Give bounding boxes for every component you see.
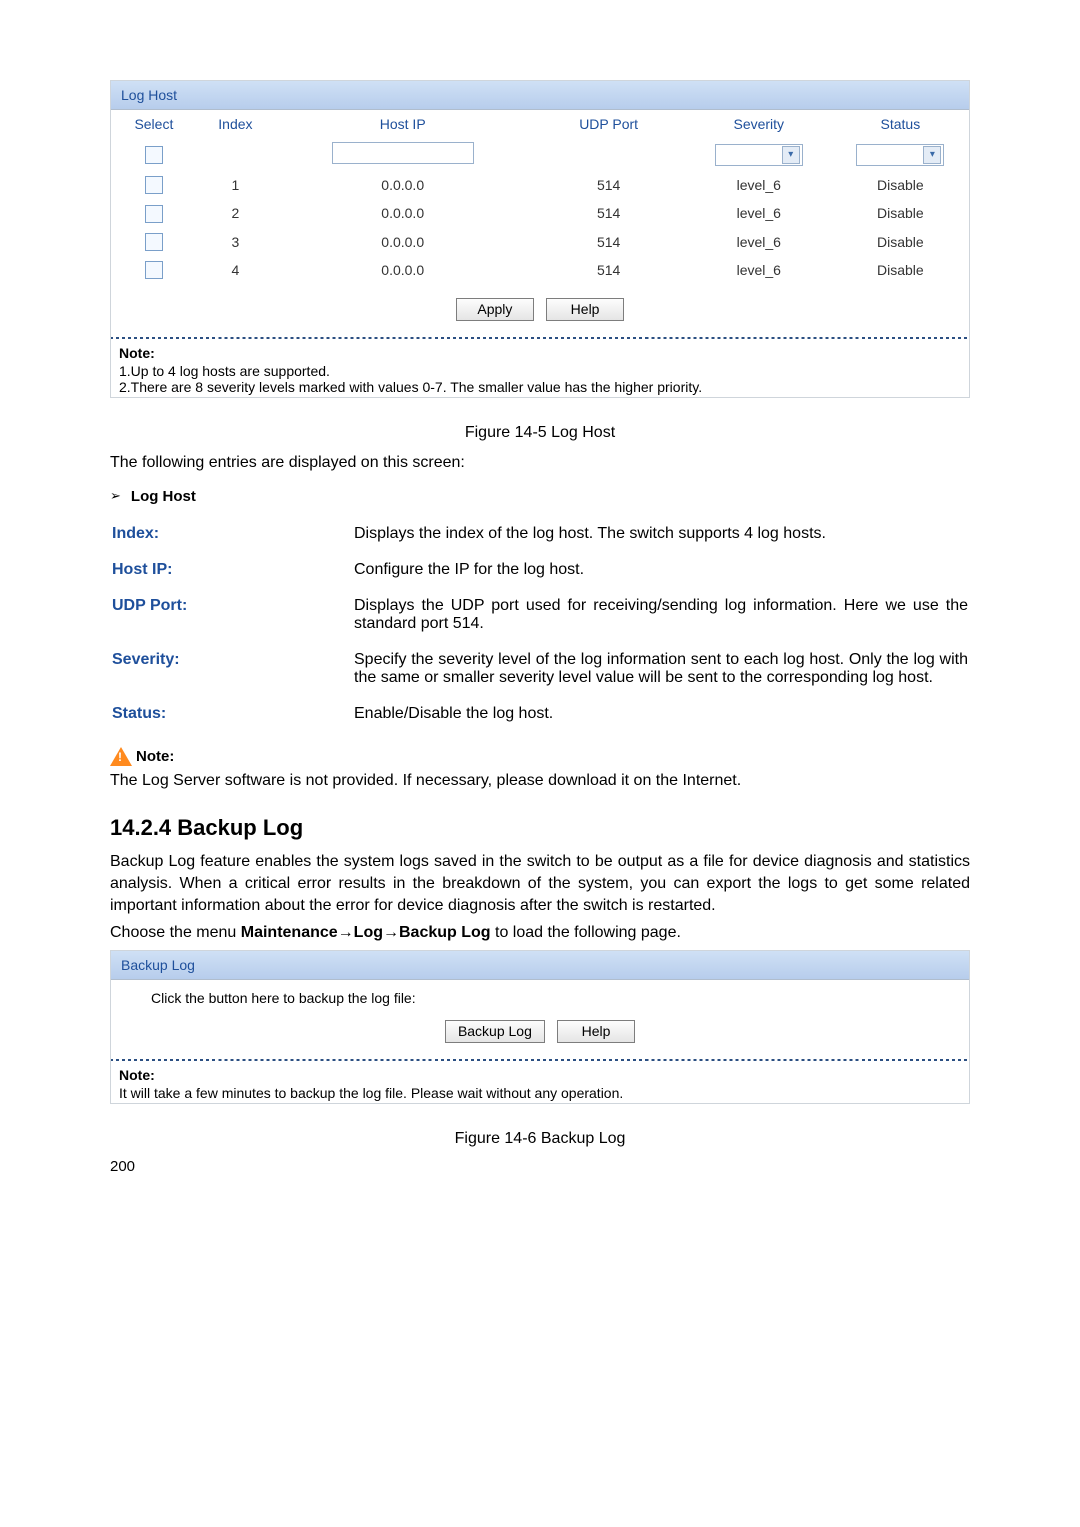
- cell-host-ip: 0.0.0.0: [274, 199, 531, 227]
- log-host-panel: Log Host Select Index Host IP UDP Port S…: [110, 80, 970, 398]
- chevron-down-icon: ▾: [923, 146, 941, 164]
- table-row: 1 0.0.0.0 514 level_6 Disable: [111, 171, 969, 199]
- def-desc-severity: Specify the severity level of the log in…: [354, 643, 968, 695]
- cell-severity: level_6: [686, 199, 832, 227]
- page-number: 200: [110, 1158, 970, 1175]
- figure-caption: Figure 14-6 Backup Log: [110, 1130, 970, 1148]
- def-term-severity: Severity:: [112, 643, 352, 695]
- backup-instruction: Click the button here to backup the log …: [111, 980, 969, 1006]
- col-host-ip: Host IP: [274, 110, 531, 138]
- cell-status: Disable: [832, 171, 969, 199]
- row-checkbox[interactable]: [145, 261, 163, 279]
- col-select: Select: [111, 110, 197, 138]
- log-host-table: Select Index Host IP UDP Port Severity S…: [111, 110, 969, 284]
- cell-status: Disable: [832, 256, 969, 284]
- cell-index: 1: [197, 171, 274, 199]
- log-host-note: Note: 1.Up to 4 log hosts are supported.…: [111, 339, 969, 397]
- def-desc-status: Enable/Disable the log host.: [354, 697, 968, 731]
- cell-udp-port: 514: [531, 256, 685, 284]
- status-select[interactable]: ▾: [856, 144, 944, 166]
- def-term-index: Index:: [112, 517, 352, 551]
- help-button[interactable]: Help: [546, 298, 624, 321]
- intro-text: The following entries are displayed on t…: [110, 452, 970, 474]
- cell-udp-port: 514: [531, 228, 685, 256]
- cell-host-ip: 0.0.0.0: [274, 228, 531, 256]
- cell-index: 4: [197, 256, 274, 284]
- cell-udp-port: 514: [531, 199, 685, 227]
- def-desc-index: Displays the index of the log host. The …: [354, 517, 968, 551]
- row-checkbox[interactable]: [145, 233, 163, 251]
- menu-bold: Maintenance→Log→Backup Log: [241, 924, 491, 941]
- col-udp-port: UDP Port: [531, 110, 685, 138]
- apply-button[interactable]: Apply: [456, 298, 534, 321]
- help-button[interactable]: Help: [557, 1020, 635, 1043]
- note-heading: Note:: [119, 345, 965, 361]
- log-host-button-row: Apply Help: [111, 284, 969, 337]
- def-desc-host-ip: Configure the IP for the log host.: [354, 553, 968, 587]
- figure-caption: Figure 14-5 Log Host: [110, 424, 970, 442]
- log-host-panel-title: Log Host: [111, 81, 969, 110]
- note-line: 1.Up to 4 log hosts are supported.: [119, 363, 965, 379]
- table-input-row: ▾ ▾: [111, 138, 969, 171]
- table-row: 3 0.0.0.0 514 level_6 Disable: [111, 228, 969, 256]
- cell-severity: level_6: [686, 256, 832, 284]
- backup-paragraph: Backup Log feature enables the system lo…: [110, 851, 970, 916]
- cell-udp-port: 514: [531, 171, 685, 199]
- menu-suffix: to load the following page.: [491, 924, 681, 941]
- backup-log-panel: Backup Log Click the button here to back…: [110, 950, 970, 1104]
- def-term-udp-port: UDP Port:: [112, 589, 352, 641]
- backup-button-row: Backup Log Help: [111, 1006, 969, 1059]
- cell-index: 2: [197, 199, 274, 227]
- warning-label: Note:: [136, 748, 174, 765]
- host-ip-input[interactable]: [332, 142, 474, 164]
- menu-prefix: Choose the menu: [110, 924, 241, 941]
- section-bullet: ➢ Log Host: [110, 488, 970, 505]
- row-checkbox[interactable]: [145, 176, 163, 194]
- col-index: Index: [197, 110, 274, 138]
- def-desc-udp-port: Displays the UDP port used for receiving…: [354, 589, 968, 641]
- chevron-down-icon: ▾: [782, 146, 800, 164]
- cell-index: 3: [197, 228, 274, 256]
- cell-status: Disable: [832, 228, 969, 256]
- cell-status: Disable: [832, 199, 969, 227]
- note-line: 2.There are 8 severity levels marked wit…: [119, 379, 965, 395]
- table-row: 2 0.0.0.0 514 level_6 Disable: [111, 199, 969, 227]
- cell-severity: level_6: [686, 228, 832, 256]
- backup-log-panel-title: Backup Log: [111, 951, 969, 980]
- table-row: 4 0.0.0.0 514 level_6 Disable: [111, 256, 969, 284]
- section-label: Log Host: [131, 488, 196, 505]
- menu-path-line: Choose the menu Maintenance→Log→Backup L…: [110, 922, 970, 944]
- select-all-checkbox[interactable]: [145, 146, 163, 164]
- cell-host-ip: 0.0.0.0: [274, 256, 531, 284]
- definition-list: Index: Displays the index of the log hos…: [110, 515, 970, 733]
- row-checkbox[interactable]: [145, 205, 163, 223]
- arrow-icon: ➢: [110, 488, 121, 504]
- def-term-host-ip: Host IP:: [112, 553, 352, 587]
- cell-severity: level_6: [686, 171, 832, 199]
- warning-icon: [110, 747, 132, 766]
- col-status: Status: [832, 110, 969, 138]
- backup-log-button[interactable]: Backup Log: [445, 1020, 545, 1043]
- note-heading: Note:: [119, 1067, 965, 1083]
- backup-note: Note: It will take a few minutes to back…: [111, 1061, 969, 1103]
- table-header-row: Select Index Host IP UDP Port Severity S…: [111, 110, 969, 138]
- note-line: It will take a few minutes to backup the…: [119, 1085, 965, 1101]
- def-term-status: Status:: [112, 697, 352, 731]
- severity-select[interactable]: ▾: [715, 144, 803, 166]
- cell-host-ip: 0.0.0.0: [274, 171, 531, 199]
- warning-note-header: Note:: [110, 747, 970, 766]
- section-heading: 14.2.4 Backup Log: [110, 815, 970, 841]
- warning-text: The Log Server software is not provided.…: [110, 770, 970, 792]
- col-severity: Severity: [686, 110, 832, 138]
